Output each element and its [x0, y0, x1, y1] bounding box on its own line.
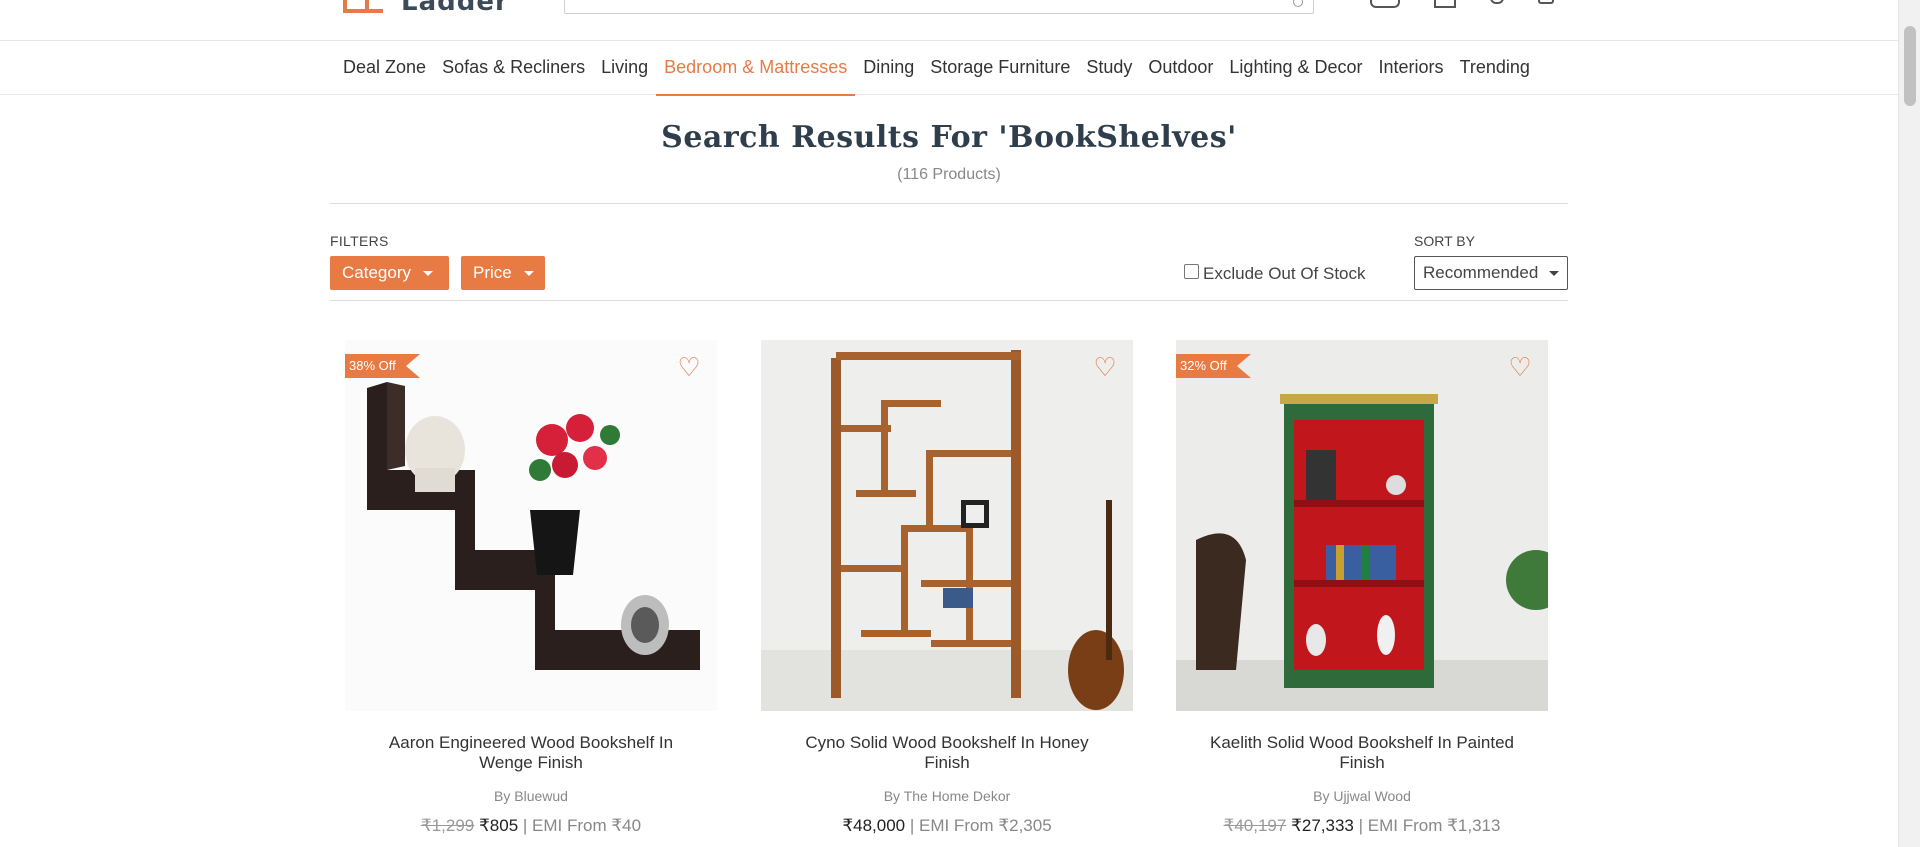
- price-filter-button[interactable]: Price: [461, 256, 545, 290]
- product-emi: | EMI From ₹40: [518, 816, 642, 835]
- search-icon[interactable]: [1293, 0, 1303, 7]
- product-image[interactable]: 38% Off ♡: [345, 340, 717, 711]
- page-scrollbar[interactable]: [1898, 0, 1920, 847]
- discount-badge: 38% Off: [345, 354, 420, 378]
- product-sale-price: ₹805: [478, 816, 519, 835]
- exclude-out-of-stock[interactable]: Exclude Out Of Stock: [1184, 263, 1366, 284]
- sort-selected-value: Recommended: [1423, 263, 1539, 282]
- divider: [330, 203, 1568, 204]
- user-icon[interactable]: [1434, 0, 1456, 8]
- heart-icon[interactable]: [1490, 0, 1504, 4]
- wishlist-heart-icon[interactable]: ♡: [1091, 354, 1119, 380]
- product-brand: By The Home Dekor: [883, 788, 1011, 804]
- sort-label: SORT BY: [1414, 233, 1475, 249]
- header-icons: [1370, 0, 1554, 8]
- nav-item-living[interactable]: Living: [593, 41, 656, 96]
- category-filter-label: Category: [342, 263, 411, 282]
- product-brand: By Bluewud: [494, 788, 568, 804]
- nav-item-study[interactable]: Study: [1078, 41, 1140, 96]
- product-price: ₹1,299 ₹805 | EMI From ₹40: [345, 816, 717, 836]
- product-mrp: ₹40,197: [1223, 816, 1287, 835]
- product-image[interactable]: 32% Off ♡: [1176, 340, 1548, 711]
- nav-items: Deal Zone Sofas & Recliners Living Bedroom …: [343, 41, 1538, 96]
- page-title: Search Results For 'BookShelves': [661, 120, 1237, 155]
- logo-mark-icon: [343, 0, 383, 13]
- divider: [330, 300, 1568, 301]
- price-filter-label: Price: [473, 263, 512, 282]
- product-image-shelf: [761, 340, 1133, 711]
- discount-badge: 32% Off: [1176, 354, 1251, 378]
- nav-item-dining[interactable]: Dining: [855, 41, 922, 96]
- category-nav: Deal Zone Sofas & Recliners Living Bedroom …: [0, 40, 1898, 96]
- nav-item-storage-furniture[interactable]: Storage Furniture: [922, 41, 1078, 96]
- results-count: (116 Products): [897, 166, 1001, 183]
- wishlist-heart-icon[interactable]: ♡: [1506, 354, 1534, 380]
- category-filter-button[interactable]: Category: [330, 256, 449, 290]
- product-price: ₹48,000 | EMI From ₹2,305: [761, 816, 1133, 836]
- caret-down-icon: [523, 270, 534, 276]
- product-sale-price: ₹48,000: [842, 816, 906, 835]
- wishlist-heart-icon[interactable]: ♡: [675, 354, 703, 380]
- product-name[interactable]: Aaron Engineered Wood Bookshelf In Wenge…: [345, 733, 717, 773]
- nav-item-lighting-decor[interactable]: Lighting & Decor: [1221, 41, 1370, 96]
- nav-item-sofas-recliners[interactable]: Sofas & Recliners: [434, 41, 593, 96]
- nav-item-deal-zone[interactable]: Deal Zone: [343, 41, 434, 96]
- product-name[interactable]: Kaelith Solid Wood Bookshelf In Painted …: [1176, 733, 1548, 773]
- cart-icon[interactable]: [1538, 0, 1554, 4]
- product-sale-price: ₹27,333: [1291, 816, 1354, 835]
- product-card[interactable]: 32% Off ♡ Kaelith Solid Wood Bookshelf I…: [1176, 340, 1548, 836]
- product-card[interactable]: ♡ Cyno Solid Wood Bookshelf In Honey Fin…: [761, 340, 1133, 836]
- nav-item-outdoor[interactable]: Outdoor: [1140, 41, 1221, 96]
- nav-item-bedroom-mattresses[interactable]: Bedroom & Mattresses: [656, 41, 856, 96]
- product-brand: By Ujjwal Wood: [1313, 788, 1411, 804]
- truck-icon[interactable]: [1370, 0, 1400, 8]
- product-emi: | EMI From ₹1,313: [1353, 816, 1501, 835]
- product-name[interactable]: Cyno Solid Wood Bookshelf In Honey Finis…: [761, 733, 1133, 773]
- scrollbar-thumb[interactable]: [1904, 26, 1916, 106]
- caret-down-icon: [422, 270, 433, 276]
- site-logo[interactable]: Ladder: [343, 0, 509, 17]
- product-image[interactable]: ♡: [761, 340, 1133, 711]
- product-emi: | EMI From ₹2,305: [905, 816, 1052, 835]
- logo-text: Ladder: [401, 0, 509, 17]
- nav-item-trending[interactable]: Trending: [1452, 41, 1538, 96]
- sort-select[interactable]: Recommended: [1414, 256, 1568, 290]
- caret-down-icon: [1549, 271, 1559, 276]
- nav-item-interiors[interactable]: Interiors: [1371, 41, 1452, 96]
- product-price: ₹40,197 ₹27,333 | EMI From ₹1,313: [1176, 816, 1548, 836]
- product-image-shelf: [345, 340, 717, 711]
- filters-label: FILTERS: [330, 233, 389, 249]
- exclude-out-of-stock-label: Exclude Out Of Stock: [1203, 264, 1366, 283]
- product-image-shelf: [1176, 340, 1548, 711]
- search-input[interactable]: [564, 0, 1314, 14]
- site-header: Ladder: [0, 0, 1898, 40]
- product-mrp: ₹1,299: [420, 816, 475, 835]
- exclude-out-of-stock-checkbox[interactable]: [1184, 263, 1199, 279]
- product-card[interactable]: 38% Off ♡ Aaron Engineered Wood Bookshel…: [345, 340, 717, 836]
